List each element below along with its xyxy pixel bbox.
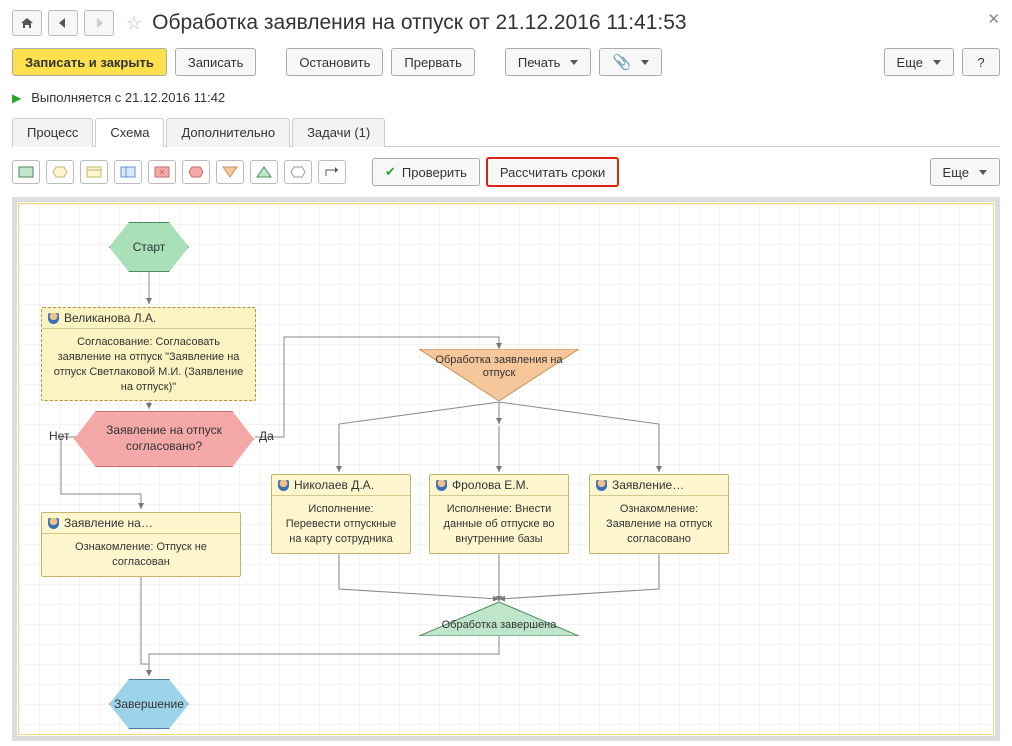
shape-end-icon[interactable] [148, 160, 176, 184]
shape-link-icon[interactable] [284, 160, 312, 184]
node-join[interactable]: Обработка завершена [419, 602, 579, 639]
shape-subprocess-icon[interactable] [114, 160, 142, 184]
save-and-close-button[interactable]: Записать и закрыть [12, 48, 167, 76]
print-button[interactable]: Печать [505, 48, 592, 76]
node-reject-task[interactable]: Заявление на… Ознакомление: Отпуск не со… [41, 512, 241, 577]
node-task-2[interactable]: Фролова Е.М. Исполнение: Внести данные о… [429, 474, 569, 554]
status-bar: ▶ Выполняется с 21.12.2016 11:42 [12, 90, 1000, 105]
page-title: Обработка заявления на отпуск от 21.12.2… [152, 11, 686, 35]
scheme-toolbar: ✔Проверить Рассчитать сроки Еще [12, 157, 1000, 187]
node-decision[interactable]: Заявление на отпуск согласовано? [74, 411, 254, 467]
person-icon [278, 480, 289, 491]
tab-extra[interactable]: Дополнительно [166, 118, 290, 147]
shape-split-icon[interactable] [216, 160, 244, 184]
scheme-more-button[interactable]: Еще [930, 158, 1000, 186]
node-task-3[interactable]: Заявление… Ознакомление: Заявление на от… [589, 474, 729, 554]
check-button[interactable]: ✔Проверить [372, 158, 480, 186]
shape-task-icon[interactable] [80, 160, 108, 184]
help-button[interactable]: ? [962, 48, 1000, 76]
node-split[interactable]: Обработка заявления на отпуск [419, 349, 579, 401]
person-icon [48, 518, 59, 529]
back-button[interactable] [48, 10, 78, 36]
node-approval-task[interactable]: Великанова Л.А. Согласование: Согласоват… [41, 307, 256, 401]
status-text: Выполняется с 21.12.2016 11:42 [31, 90, 225, 105]
node-end[interactable]: Завершение [109, 679, 189, 729]
main-toolbar: Записать и закрыть Записать Остановить П… [12, 48, 1000, 76]
forward-button[interactable] [84, 10, 114, 36]
shape-event-icon[interactable] [46, 160, 74, 184]
person-icon [596, 480, 607, 491]
tabs: Процесс Схема Дополнительно Задачи (1) [12, 117, 1000, 147]
save-button[interactable]: Записать [175, 48, 257, 76]
stop-button[interactable]: Остановить [286, 48, 383, 76]
person-icon [436, 480, 447, 491]
node-start[interactable]: Старт [109, 222, 189, 272]
shape-activity-icon[interactable] [12, 160, 40, 184]
abort-button[interactable]: Прервать [391, 48, 474, 76]
person-icon [48, 313, 59, 324]
home-button[interactable] [12, 10, 42, 36]
calc-dates-button[interactable]: Рассчитать сроки [486, 157, 619, 187]
running-icon: ▶ [12, 91, 21, 105]
more-button[interactable]: Еще [884, 48, 954, 76]
attach-button[interactable]: 📎 [599, 48, 662, 76]
favorite-icon[interactable]: ☆ [126, 13, 142, 34]
tab-process[interactable]: Процесс [12, 118, 93, 147]
title-bar: ☆ Обработка заявления на отпуск от 21.12… [12, 8, 1000, 38]
diagram-container: Старт Великанова Л.А. Согласование: Согл… [12, 197, 1000, 741]
diagram-canvas[interactable]: Старт Великанова Л.А. Согласование: Согл… [18, 203, 994, 735]
node-task-1[interactable]: Николаев Д.А. Исполнение: Перевести отпу… [271, 474, 411, 554]
shape-join-icon[interactable] [250, 160, 278, 184]
check-icon: ✔ [385, 164, 396, 180]
paperclip-icon: 📎 [612, 53, 631, 71]
app-window: ☆ Обработка заявления на отпуск от 21.12… [0, 0, 1012, 746]
tab-tasks[interactable]: Задачи (1) [292, 118, 385, 147]
tab-scheme[interactable]: Схема [95, 118, 164, 147]
diagram-arrows [19, 204, 993, 734]
shape-decision-icon[interactable] [182, 160, 210, 184]
connector-icon[interactable] [318, 160, 346, 184]
close-button[interactable]: ✕ [987, 10, 1000, 28]
label-no: Нет [49, 429, 69, 443]
label-yes: Да [259, 429, 274, 443]
